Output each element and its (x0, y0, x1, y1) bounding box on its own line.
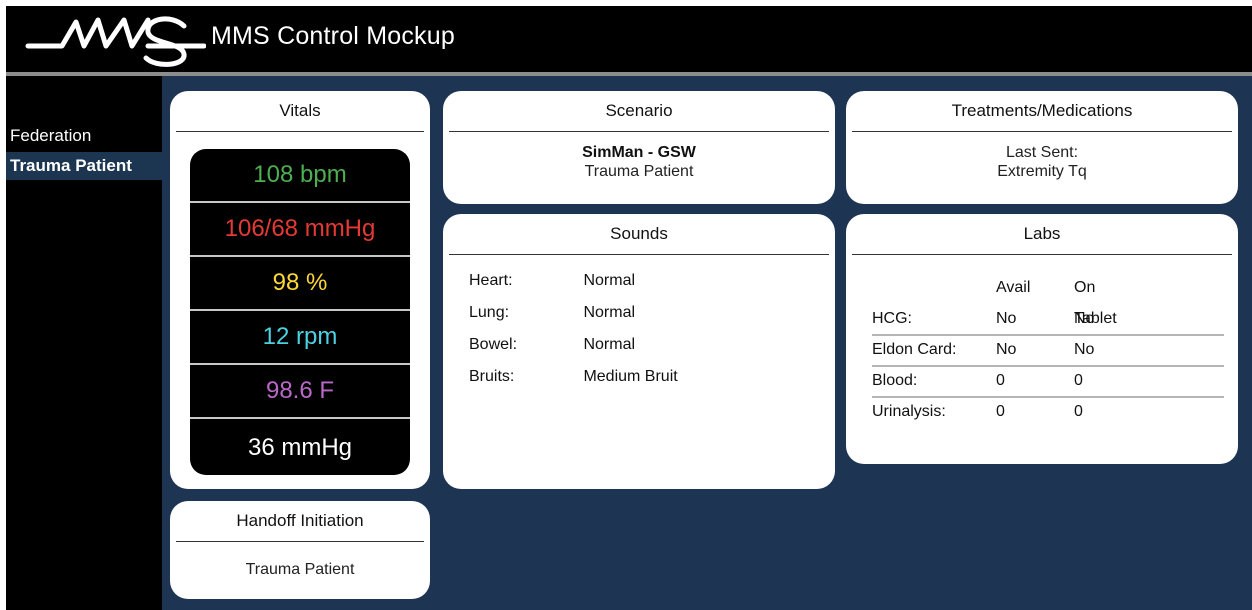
sound-value: Medium Bruit (583, 368, 678, 385)
sounds-title: Sounds (449, 214, 829, 255)
app-title: MMS Control Mockup (211, 22, 455, 50)
vitals-card: Vitals 108 bpm 106/68 mmHg 98 % 12 rpm 9… (170, 91, 430, 489)
treatments-title: Treatments/Medications (852, 91, 1232, 132)
handoff-card[interactable]: Handoff Initiation Trauma Patient (170, 501, 430, 599)
header-bar: MMS Control Mockup (6, 6, 1252, 72)
vitals-title: Vitals (176, 91, 424, 132)
etco2-reading: 36 mmHg (247, 434, 353, 461)
lab-on-tablet: 0 (1074, 372, 1083, 389)
lab-avail: 0 (996, 403, 1005, 420)
sound-label: Heart: (469, 272, 513, 289)
treatments-last-sent-label: Last Sent: (1005, 144, 1079, 161)
handoff-value: Trauma Patient (245, 561, 355, 578)
scenario-subtitle: Trauma Patient (584, 163, 694, 180)
sound-row-bowel: Bowel: Normal (469, 336, 635, 354)
respiratory-rate-reading: 12 rpm (190, 311, 410, 365)
lab-name: Eldon Card: (872, 341, 957, 358)
scenario-title: Scenario (449, 91, 829, 132)
lab-on-tablet: 0 (1074, 403, 1083, 420)
lab-avail: No (996, 310, 1017, 327)
sound-row-lung: Lung: Normal (469, 304, 635, 322)
sidebar-item-label: Federation (10, 126, 92, 145)
labs-card: Labs Avail On Tablet HCG: No No Eldon Ca… (846, 214, 1238, 464)
sound-row-bruits: Bruits: Medium Bruit (469, 368, 678, 386)
sound-label: Lung: (469, 304, 510, 321)
handoff-title: Handoff Initiation (176, 501, 424, 542)
sidebar-item-federation[interactable]: Federation (6, 122, 162, 150)
lab-name: Blood: (872, 372, 918, 389)
sidebar: Federation Trauma Patient (6, 76, 162, 610)
sidebar-item-trauma-patient[interactable]: Trauma Patient (6, 152, 162, 180)
labs-title: Labs (852, 214, 1232, 255)
sound-label: Bruits: (469, 368, 515, 385)
sidebar-item-label: Trauma Patient (10, 156, 132, 175)
lab-on-tablet: No (1074, 341, 1095, 358)
mms-logo-icon (25, 16, 206, 67)
vitals-monitor: 108 bpm 106/68 mmHg 98 % 12 rpm 98.6 F 3… (190, 149, 410, 475)
sounds-card: Sounds Heart: Normal Lung: Normal Bowel:… (443, 214, 835, 489)
blood-pressure-reading: 106/68 mmHg (190, 203, 410, 257)
heart-rate-reading: 108 bpm (190, 149, 410, 203)
scenario-card: Scenario SimMan - GSW Trauma Patient (443, 91, 835, 204)
treatments-card: Treatments/Medications Last Sent: Extrem… (846, 91, 1238, 204)
sound-row-heart: Heart: Normal (469, 272, 635, 290)
labs-header-cell: Avail (996, 279, 1031, 296)
lab-on-tablet: No (1074, 310, 1095, 327)
app-window: MMS Control Mockup Federation Trauma Pat… (6, 6, 1252, 610)
lab-name: HCG: (872, 310, 912, 327)
lab-avail: No (996, 341, 1017, 358)
sound-value: Normal (583, 336, 636, 353)
lab-avail: 0 (996, 372, 1005, 389)
treatments-last-sent-value: Extremity Tq (997, 163, 1087, 180)
scenario-name: SimMan - GSW (582, 144, 696, 161)
lab-name: Urinalysis: (872, 403, 946, 420)
spo2-reading: 98 % (190, 257, 410, 311)
temperature-reading: 98.6 F (190, 365, 410, 419)
sound-value: Normal (583, 304, 636, 321)
main-content: Vitals 108 bpm 106/68 mmHg 98 % 12 rpm 9… (162, 76, 1252, 610)
sound-value: Normal (583, 272, 636, 289)
sound-label: Bowel: (469, 336, 518, 353)
